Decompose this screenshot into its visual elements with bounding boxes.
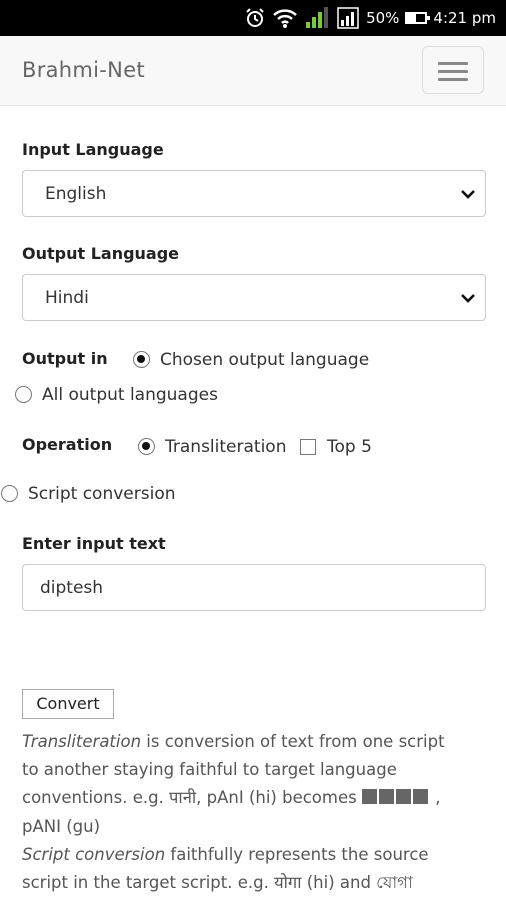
script-conversion-term: Script conversion [22, 844, 166, 864]
status-bar: 50% 4:21 pm [0, 0, 506, 36]
transliteration-term: Transliteration [22, 732, 142, 751]
brand-title[interactable]: Brahmi-Net [22, 58, 145, 82]
desc-line: Script conversion faithfully represents … [22, 844, 429, 864]
battery-icon [405, 12, 431, 24]
convert-button[interactable]: Convert [22, 689, 114, 719]
hamburger-icon [438, 62, 468, 65]
chevron-down-icon [461, 294, 475, 303]
desc-line: conventions. e.g. पानी, pAnI (hi) become… [22, 784, 492, 813]
output-language-select[interactable]: Hindi [22, 274, 486, 321]
radio-chosen-output-language[interactable] [133, 351, 150, 368]
unrendered-glyph-boxes [361, 785, 430, 813]
operation-label: Operation [22, 435, 113, 454]
desc-line: to another staying faithful to target la… [22, 760, 397, 779]
output-in-label: Output in [22, 349, 108, 368]
wifi-icon [273, 9, 297, 28]
input-text-value: diptesh [40, 578, 104, 598]
option-all-output-languages[interactable]: All output languages [42, 385, 218, 405]
description-transliteration: Transliteration is conversion of text fr… [22, 728, 492, 897]
output-language-label: Output Language [22, 244, 180, 263]
battery-level [407, 14, 417, 22]
alarm-icon [246, 8, 264, 27]
radio-script-conversion[interactable] [1, 485, 18, 502]
desc-line: Transliteration is conversion of text fr… [22, 732, 445, 751]
navbar: Brahmi-Net [0, 36, 506, 106]
option-chosen-output-language[interactable]: Chosen output language [160, 350, 369, 370]
option-transliteration[interactable]: Transliteration [165, 437, 286, 457]
input-text-field[interactable]: diptesh [22, 564, 486, 611]
menu-toggle-button[interactable] [422, 46, 484, 94]
input-language-select[interactable]: English [22, 170, 486, 217]
desc-line: script in the target script. e.g. योगा (… [22, 872, 413, 892]
signal-1-icon [306, 7, 329, 28]
status-icons: 50% 4:21 pm [244, 0, 496, 36]
clock: 4:21 pm [433, 9, 496, 27]
radio-transliteration[interactable] [138, 438, 155, 455]
input-language-value: English [45, 184, 107, 204]
desc-line: pANI (gu) [22, 816, 101, 836]
input-text-label: Enter input text [22, 534, 166, 553]
input-language-label: Input Language [22, 140, 164, 159]
output-language-value: Hindi [45, 288, 89, 308]
top5-checkbox[interactable] [300, 439, 316, 455]
battery-percent: 50% [366, 9, 400, 27]
option-script-conversion[interactable]: Script conversion [28, 484, 176, 504]
signal-2-icon [337, 7, 359, 29]
chevron-down-icon [461, 190, 475, 199]
radio-all-output-languages[interactable] [15, 386, 32, 403]
top5-label[interactable]: Top 5 [327, 437, 372, 457]
